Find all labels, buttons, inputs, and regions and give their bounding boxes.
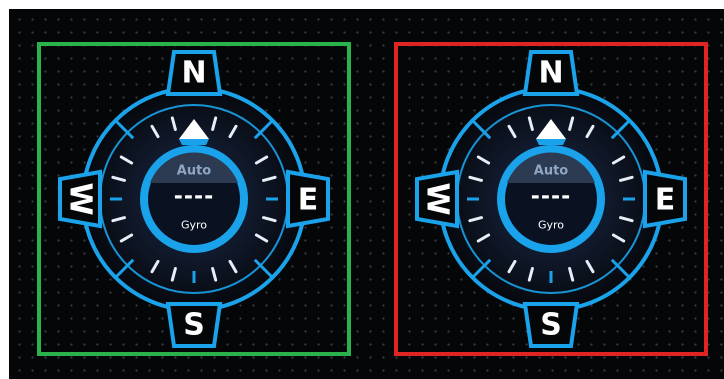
heading-value: ---- bbox=[531, 185, 572, 210]
direction-north-label: N bbox=[181, 56, 206, 91]
direction-west-label: W bbox=[63, 182, 98, 215]
direction-east-button[interactable]: E bbox=[286, 169, 330, 229]
direction-west-button[interactable]: W bbox=[58, 169, 102, 229]
direction-north-label: N bbox=[538, 56, 563, 91]
sensor-label: Gyro bbox=[538, 219, 564, 232]
heading-value: ---- bbox=[174, 185, 215, 210]
direction-east-label: E bbox=[298, 183, 319, 218]
compass-widget: Auto ---- Gyro N S E W bbox=[415, 50, 687, 348]
direction-north-button[interactable]: N bbox=[522, 50, 580, 96]
compass-panel-right[interactable]: Auto ---- Gyro N S E W bbox=[394, 42, 708, 356]
compass-widget: Auto ---- Gyro N S E W bbox=[58, 50, 330, 348]
direction-south-button[interactable]: S bbox=[522, 302, 580, 348]
direction-south-label: S bbox=[183, 308, 205, 343]
direction-west-button[interactable]: W bbox=[415, 169, 459, 229]
direction-east-button[interactable]: E bbox=[643, 169, 687, 229]
mode-label: Auto bbox=[534, 164, 569, 179]
mode-label: Auto bbox=[177, 164, 212, 179]
direction-north-button[interactable]: N bbox=[165, 50, 223, 96]
direction-south-button[interactable]: S bbox=[165, 302, 223, 348]
compass-panel-left[interactable]: Auto ---- Gyro N S E W bbox=[37, 42, 351, 356]
direction-west-label: W bbox=[420, 182, 455, 215]
direction-east-label: E bbox=[655, 183, 676, 218]
direction-south-label: S bbox=[540, 308, 562, 343]
sensor-label: Gyro bbox=[181, 219, 207, 232]
